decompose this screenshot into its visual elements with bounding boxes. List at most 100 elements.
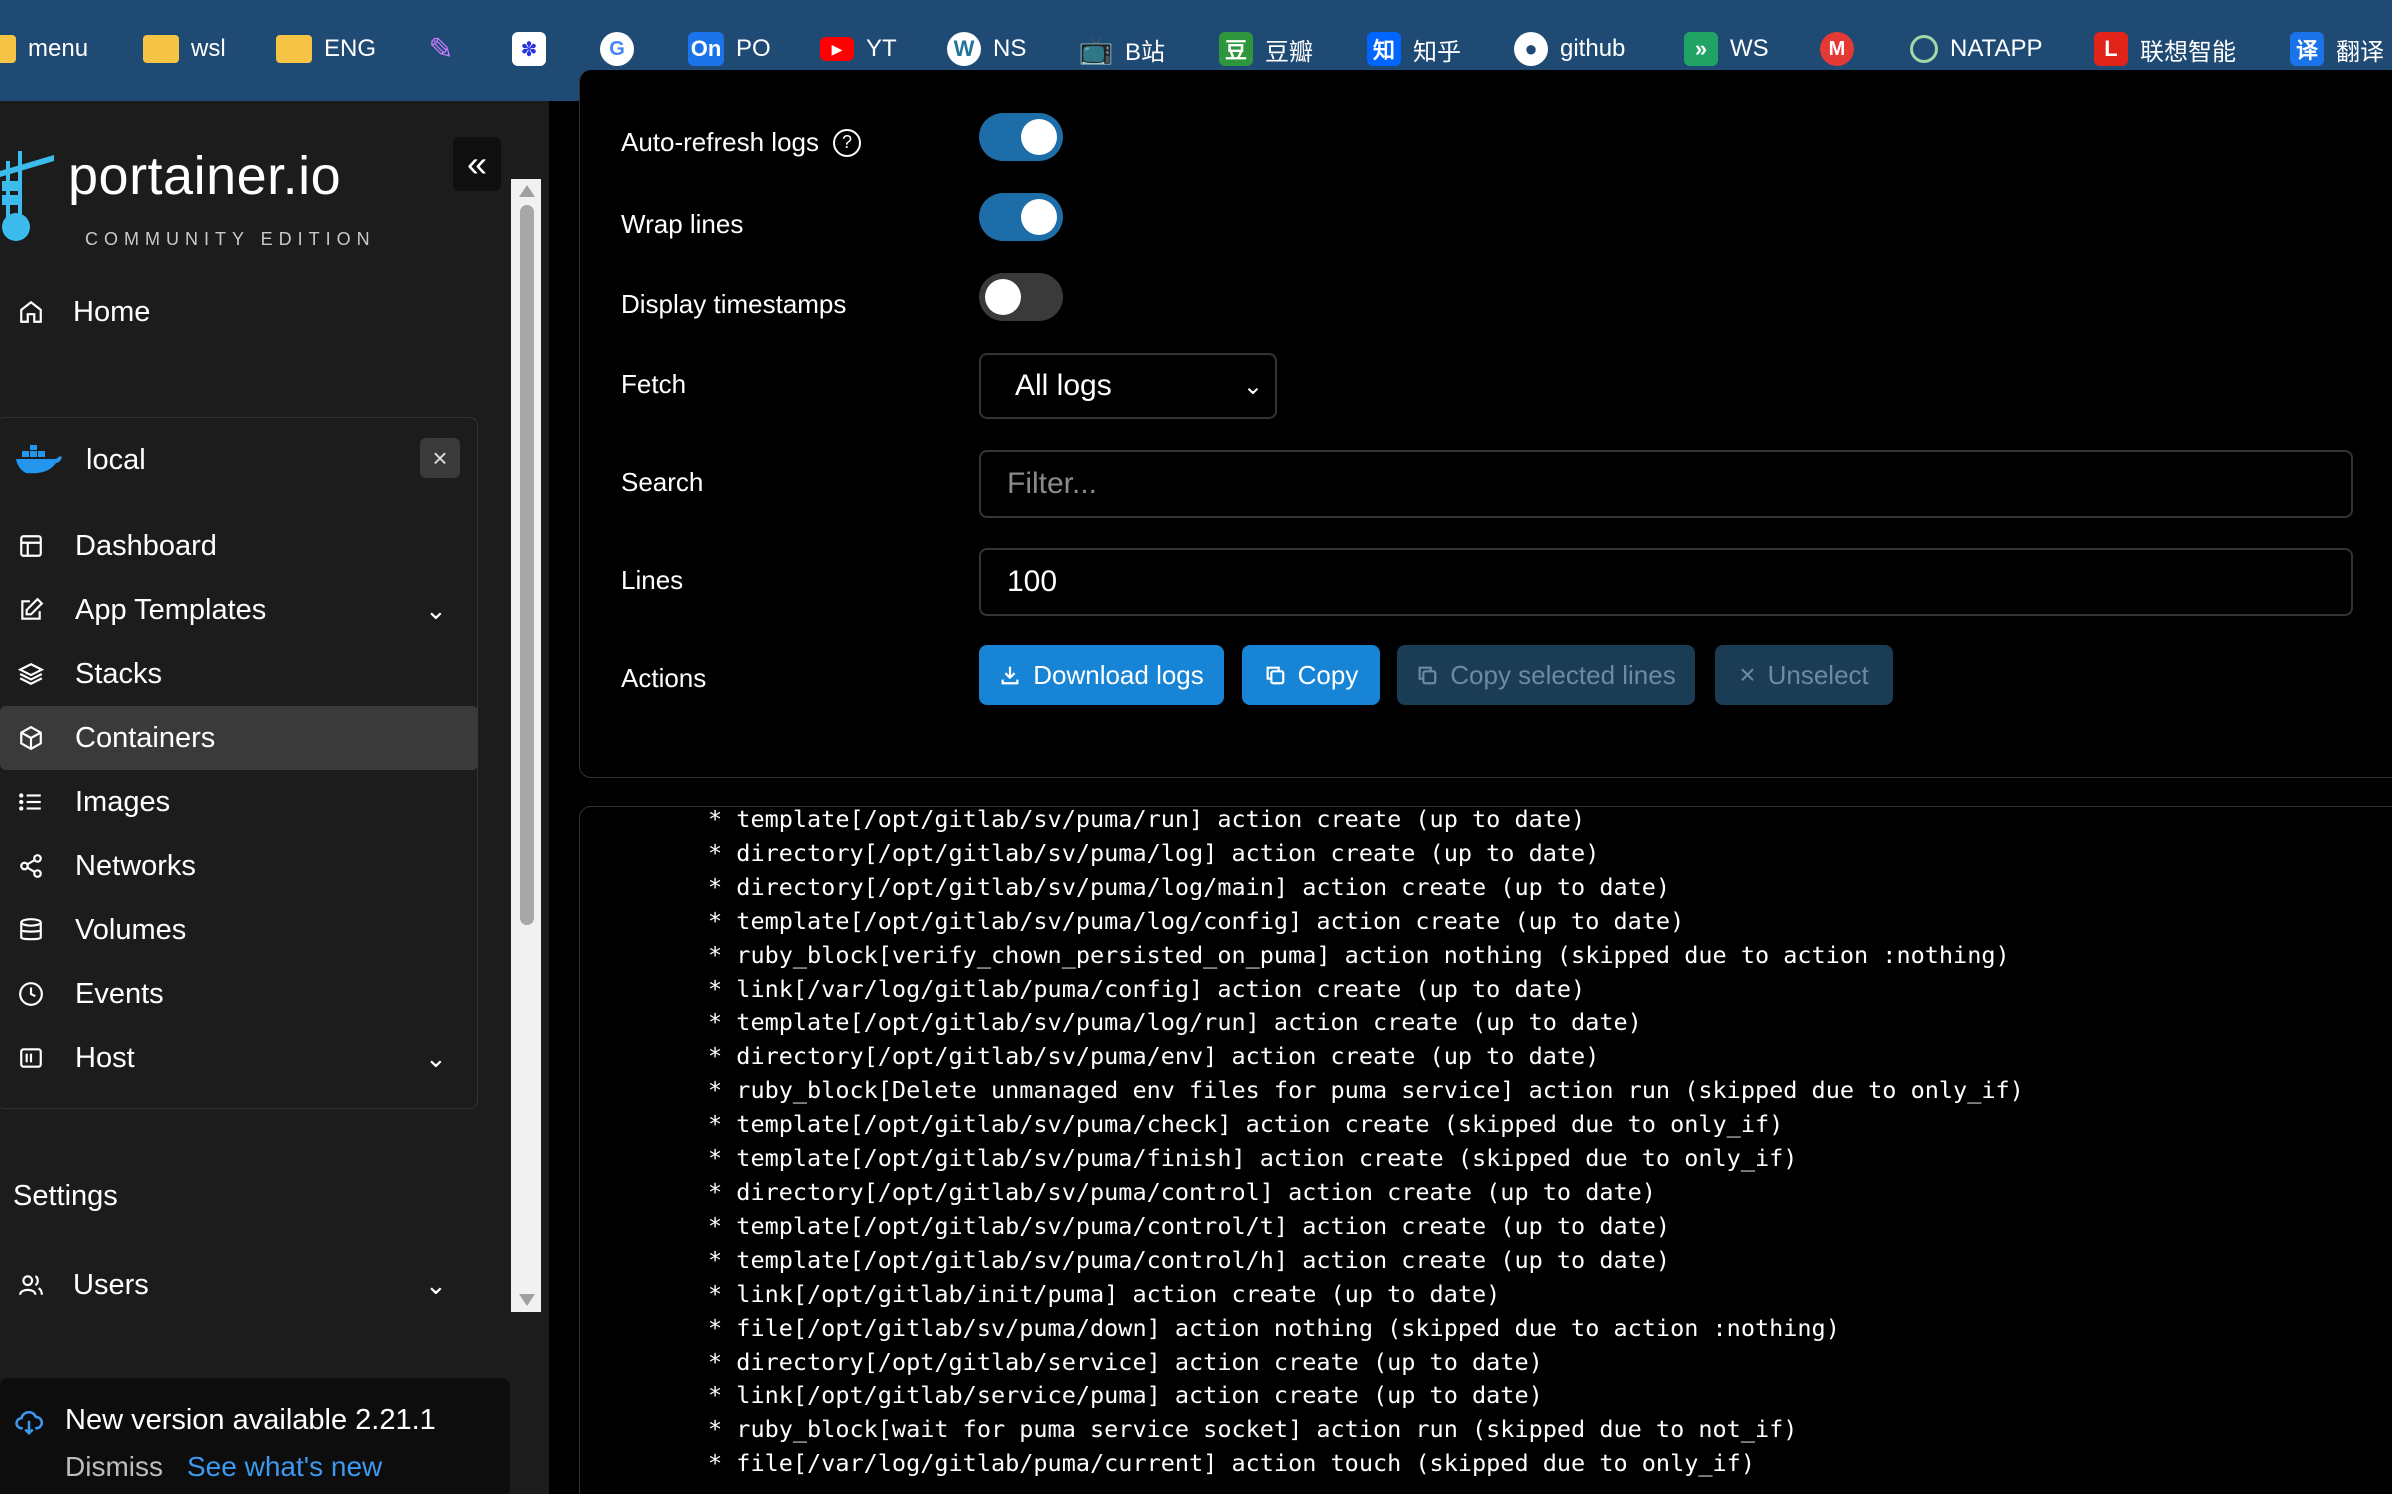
active-item-highlight <box>0 706 478 770</box>
chevron-down-icon: ⌄ <box>425 594 447 625</box>
bookmark-label: B站 <box>1125 38 1166 66</box>
folder-icon <box>0 35 16 63</box>
log-line[interactable]: * directory[/opt/gitlab/sv/puma/control]… <box>708 1176 2024 1210</box>
bookmark-label: menu <box>28 35 89 62</box>
sidebar-item-label: Users <box>73 1268 149 1301</box>
bookmark-baidu[interactable]: ✽ <box>512 31 546 67</box>
lines-input[interactable] <box>979 548 2353 616</box>
bookmark-ns[interactable]: W NS <box>947 31 1026 67</box>
log-line[interactable]: * template[/opt/gitlab/sv/puma/finish] a… <box>708 1142 2024 1176</box>
folder-icon <box>276 35 312 63</box>
collapse-sidebar-button[interactable]: « <box>453 137 501 191</box>
sidebar-item-label: Home <box>73 295 151 328</box>
log-line[interactable]: * template[/opt/gitlab/sv/puma/control/t… <box>708 1210 2024 1244</box>
log-line[interactable]: * ruby_block[verify_chown_persisted_on_p… <box>708 939 2024 973</box>
bookmark-translate[interactable]: 译 翻译 <box>2290 31 2384 67</box>
bookmark-yt[interactable]: ▶ YT <box>820 31 897 67</box>
database-icon <box>16 915 46 945</box>
bookmark-label: YT <box>866 35 897 62</box>
scroll-thumb[interactable] <box>520 205 534 925</box>
log-line[interactable]: * directory[/opt/gitlab/sv/puma/log/main… <box>708 871 2024 905</box>
wrap-lines-toggle[interactable] <box>979 193 1063 241</box>
bookmark-bilibili[interactable]: 📺 B站 <box>1079 31 1165 67</box>
log-line[interactable]: * directory[/opt/gitlab/service] action … <box>708 1346 2024 1380</box>
edit-icon <box>16 595 46 625</box>
chevron-down-icon: ⌄ <box>425 1042 447 1073</box>
ws-icon: » <box>1684 32 1718 66</box>
portainer-logo[interactable]: portainer.io COMMUNITY EDITION <box>0 135 400 249</box>
bookmark-label: 豆瓣 <box>1265 38 1313 66</box>
fetch-label: Fetch <box>621 369 687 399</box>
bilibili-icon: 📺 <box>1078 33 1114 65</box>
natapp-icon <box>1910 35 1938 63</box>
dismiss-link[interactable]: Dismiss <box>65 1451 163 1483</box>
lenovo-icon: L <box>2094 32 2128 66</box>
folder-icon <box>143 35 179 63</box>
log-line[interactable]: * ruby_block[Delete unmanaged env files … <box>708 1074 2024 1108</box>
bookmark-github[interactable]: ● github <box>1514 31 1625 67</box>
help-icon[interactable]: ? <box>832 128 861 157</box>
log-line[interactable]: * link[/opt/gitlab/init/puma] action cre… <box>708 1278 2024 1312</box>
bookmark-label: 联想智能 <box>2140 38 2236 66</box>
sidebar: portainer.io COMMUNITY EDITION « Home lo… <box>0 101 549 1494</box>
whats-new-link[interactable]: See what's new <box>187 1451 382 1483</box>
log-line[interactable]: * template[/opt/gitlab/sv/puma/run] acti… <box>708 803 2024 837</box>
log-line[interactable]: * directory[/opt/gitlab/sv/puma/log] act… <box>708 837 2024 871</box>
toggle-knob <box>1021 119 1057 155</box>
display-timestamps-toggle[interactable] <box>979 273 1063 321</box>
double-chevron-left-icon: « <box>466 143 488 184</box>
copy-icon <box>1266 666 1284 685</box>
youtube-icon: ▶ <box>820 37 854 61</box>
portainer-logo-icon <box>0 151 54 241</box>
bookmark-menu[interactable]: menu <box>0 31 88 67</box>
bookmark-eng[interactable]: ENG <box>276 31 376 67</box>
zhihu-icon: 知 <box>1367 32 1401 66</box>
bookmark-ws[interactable]: » WS <box>1684 31 1769 67</box>
log-line[interactable]: * file[/opt/gitlab/sv/puma/down] action … <box>708 1312 2024 1346</box>
sidebar-item-label: App Templates <box>75 593 267 626</box>
log-line[interactable]: * link[/opt/gitlab/service/puma] action … <box>708 1379 2024 1413</box>
sidebar-item-label: Dashboard <box>75 529 217 562</box>
download-icon <box>1001 666 1019 685</box>
scroll-up-arrow-icon[interactable] <box>519 185 535 197</box>
sidebar-item-label: Networks <box>75 849 196 882</box>
douban-icon: 豆 <box>1219 32 1253 66</box>
log-line[interactable]: * template[/opt/gitlab/sv/puma/check] ac… <box>708 1108 2024 1142</box>
bookmark-m[interactable]: M <box>1820 31 1854 67</box>
auto-refresh-toggle[interactable] <box>979 113 1063 161</box>
bookmark-natapp[interactable]: NATAPP <box>1910 31 2042 67</box>
bookmark-google[interactable]: G <box>600 31 634 67</box>
chevron-down-icon: ⌄ <box>1242 372 1263 400</box>
download-logs-button[interactable]: Download logs <box>979 645 1224 705</box>
log-output[interactable]: * template[/opt/gitlab/sv/puma/run] acti… <box>708 803 2024 1481</box>
scroll-down-arrow-icon[interactable] <box>519 1294 535 1306</box>
bookmark-po[interactable]: On PO <box>688 31 771 67</box>
search-input[interactable] <box>979 450 2353 518</box>
bookmark-wsl[interactable]: wsl <box>143 31 226 67</box>
fetch-select[interactable]: All logs ⌄ <box>979 353 1277 419</box>
log-line[interactable]: * template[/opt/gitlab/sv/puma/control/h… <box>708 1244 2024 1278</box>
log-line[interactable]: * link[/var/log/gitlab/puma/config] acti… <box>708 973 2024 1007</box>
auto-refresh-label: Auto-refresh logs ? <box>621 127 861 158</box>
lines-label: Lines <box>621 565 684 595</box>
log-line[interactable]: * directory[/opt/gitlab/sv/puma/env] act… <box>708 1040 2024 1074</box>
bookmark-lenovo[interactable]: L 联想智能 <box>2094 31 2236 67</box>
share-icon <box>16 851 46 881</box>
log-line[interactable]: * template[/opt/gitlab/sv/puma/log/run] … <box>708 1006 2024 1040</box>
log-line[interactable]: * file[/var/log/gitlab/puma/current] act… <box>708 1447 2024 1481</box>
close-environment-button[interactable]: × <box>420 438 460 478</box>
bookmark-douban[interactable]: 豆 豆瓣 <box>1219 31 1313 67</box>
clock-icon <box>16 979 46 1009</box>
copy-button[interactable]: Copy <box>1242 645 1380 705</box>
log-line[interactable]: * ruby_block[wait for puma service socke… <box>708 1413 2024 1447</box>
sidebar-scrollbar[interactable] <box>511 179 541 1312</box>
bookmark-zhihu[interactable]: 知 知乎 <box>1367 31 1461 67</box>
copy-selected-lines-button[interactable]: Copy selected lines <box>1397 645 1695 705</box>
unselect-button[interactable]: × Unselect <box>1715 645 1893 705</box>
bookmark-label: ENG <box>324 35 377 62</box>
log-line[interactable]: * template[/opt/gitlab/sv/puma/log/confi… <box>708 905 2024 939</box>
button-label: Unselect <box>1767 659 1869 690</box>
dashboard-icon <box>16 531 46 561</box>
bookmark-pattern[interactable]: ✎ <box>424 31 458 67</box>
users-icon <box>16 1270 46 1300</box>
